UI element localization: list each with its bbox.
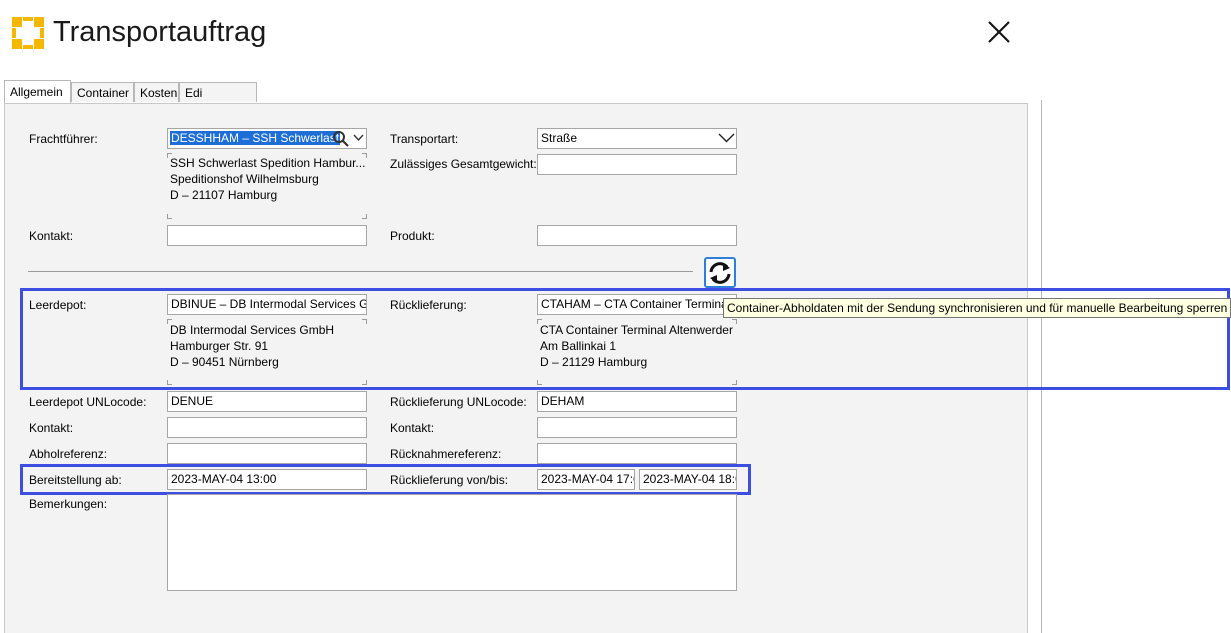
address-line: D – 90451 Nürnberg — [170, 355, 279, 369]
leerdepot-address: DB Intermodal Services GmbH Hamburger St… — [170, 322, 334, 370]
tab-container[interactable]: Container — [71, 82, 134, 102]
ruecklieferung-unlocode-label: Rücklieferung UNLocode: — [390, 395, 527, 409]
address-corner — [362, 380, 367, 385]
leerdepot-kontakt-input[interactable] — [167, 417, 367, 438]
close-icon[interactable] — [985, 18, 1013, 46]
produkt-label: Produkt: — [390, 229, 435, 243]
address-corner — [732, 380, 737, 385]
tab-allgemein[interactable]: Allgemein — [4, 80, 71, 103]
ruecklieferung-input[interactable]: CTAHAM – CTA Container Terminal — [537, 294, 737, 315]
tab-edi-anhaenge[interactable]: Edi Anhänge — [179, 82, 257, 120]
section-separator — [28, 271, 693, 272]
bemerkungen-textarea[interactable] — [167, 494, 737, 591]
address-line: Hamburger Str. 91 — [170, 339, 269, 353]
sync-icon — [709, 261, 731, 284]
address-corner — [362, 319, 367, 324]
address-corner — [167, 380, 172, 385]
transportart-chevron-icon[interactable] — [718, 133, 735, 143]
transportart-value: Straße — [541, 131, 578, 145]
leerdepot-label: Leerdepot: — [29, 298, 87, 312]
frachtfuehrer-label: Frachtführer: — [29, 132, 98, 146]
ruecknahmereferenz-label: Rücknahmereferenz: — [390, 447, 502, 461]
address-line: Am Ballinkai 1 — [540, 339, 617, 353]
frachtfuehrer-value: DESSHHAM – SSH Schwerlast — [170, 131, 341, 145]
kontakt-input[interactable] — [167, 225, 367, 246]
gesamtgewicht-label: Zulässiges Gesamtgewicht: — [390, 157, 537, 171]
bemerkungen-label: Bemerkungen: — [29, 497, 108, 511]
ruecklieferung-address: CTA Container Terminal Altenwerder Am Ba… — [540, 322, 733, 370]
ruecklieferung-von-input[interactable]: 2023-MAY-04 17:00 — [537, 469, 635, 490]
leerdepot-kontakt-label: Kontakt: — [29, 421, 74, 435]
address-line: D – 21129 Hamburg — [540, 355, 648, 369]
transportart-select[interactable]: Straße — [537, 128, 737, 149]
gesamtgewicht-input[interactable] — [537, 154, 737, 175]
sync-tooltip: Container-Abholdaten mit der Sendung syn… — [723, 298, 1231, 318]
address-corner — [537, 380, 542, 385]
ruecklieferung-label: Rücklieferung: — [390, 298, 467, 312]
abholreferenz-label: Abholreferenz: — [29, 447, 108, 461]
ruecklieferung-bis-input[interactable]: 2023-MAY-04 18:00 — [639, 469, 737, 490]
chevron-down-icon[interactable] — [353, 134, 364, 142]
address-corner — [362, 214, 367, 219]
address-line: DB Intermodal Services GmbH — [170, 323, 335, 337]
leerdepot-unlocode-input[interactable]: DENUE — [167, 391, 367, 412]
kontakt-label: Kontakt: — [29, 229, 74, 243]
address-line: CTA Container Terminal Altenwerder — [540, 323, 733, 337]
bereitstellung-label: Bereitstellung ab: — [29, 473, 122, 487]
window-title: Transportauftrag — [53, 16, 267, 48]
app-logo-icon — [12, 17, 44, 49]
abholreferenz-input[interactable] — [167, 443, 367, 464]
ruecklieferung-kontakt-input[interactable] — [537, 417, 737, 438]
frachtfuehrer-address: SSH Schwerlast Spedition Hambur... Spedi… — [170, 155, 365, 203]
tab-kosten[interactable]: Kosten — [134, 82, 179, 102]
ruecknahmereferenz-input[interactable] — [537, 443, 737, 464]
ruecklieferung-unlocode-input[interactable]: DEHAM — [537, 391, 737, 412]
bereitstellung-input[interactable]: 2023-MAY-04 13:00 — [167, 469, 367, 490]
address-line: D – 21107 Hamburg — [170, 188, 278, 202]
ruecklieferung-kontakt-label: Kontakt: — [390, 421, 435, 435]
address-line: Speditionshof Wilhelmsburg — [170, 172, 319, 186]
address-line: SSH Schwerlast Spedition Hambur... — [170, 156, 366, 170]
address-corner — [167, 214, 172, 219]
leerdepot-unlocode-label: Leerdepot UNLocode: — [29, 395, 147, 409]
produkt-input[interactable] — [537, 225, 737, 246]
transportart-label: Transportart: — [390, 132, 459, 146]
sync-button[interactable] — [704, 257, 736, 288]
search-icon[interactable] — [332, 130, 350, 147]
leerdepot-input[interactable]: DBINUE – DB Intermodal Services Gmb — [167, 294, 367, 315]
ruecklieferung-vonbis-label: Rücklieferung von/bis: — [390, 473, 509, 487]
